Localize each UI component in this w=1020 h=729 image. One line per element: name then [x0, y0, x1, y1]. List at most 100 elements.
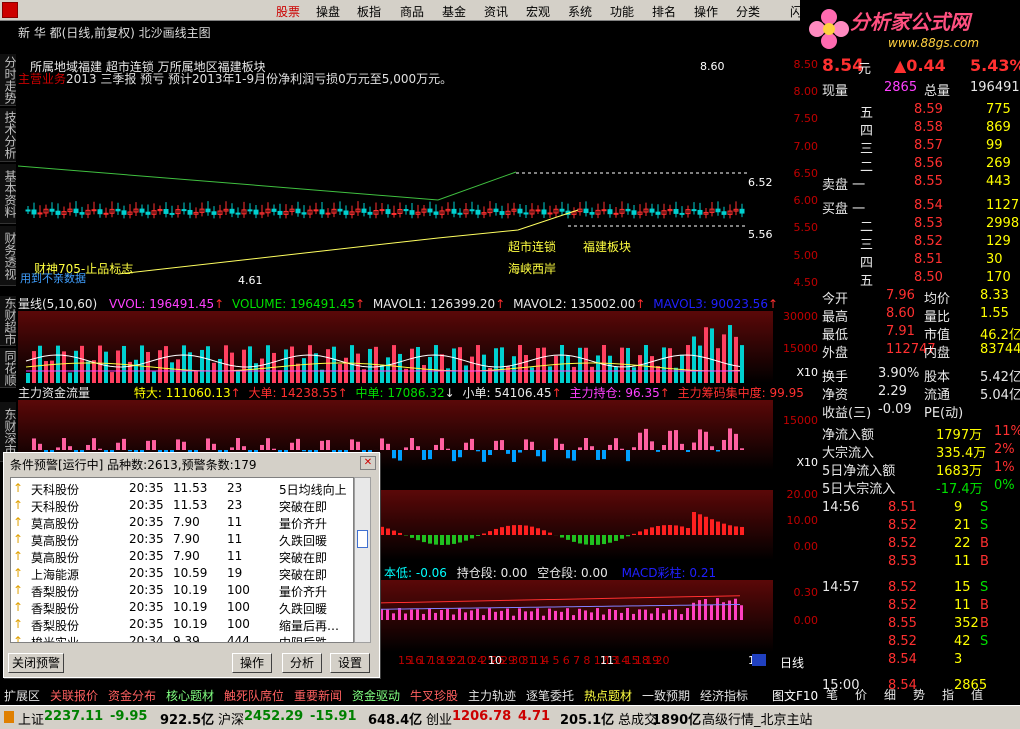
arrow-up-icon: ↑ [13, 634, 24, 643]
scroll-thumb[interactable] [357, 530, 368, 548]
side-tab-technical[interactable]: 技术分析 [0, 108, 17, 162]
tick-side: S [980, 580, 989, 595]
ext-tab[interactable]: 一致预期 [642, 687, 690, 704]
fund-bar [410, 438, 414, 450]
volume-bar [332, 346, 336, 383]
support-line [17, 165, 517, 201]
ext-tab[interactable]: 触死队席位 [224, 687, 284, 704]
ext-tab[interactable]: 热点题材 [584, 687, 632, 704]
menu-fund[interactable]: 基金 [442, 3, 466, 20]
menu-category[interactable]: 分类 [736, 3, 760, 20]
alert-scrollbar[interactable] [354, 477, 371, 643]
alert-row[interactable]: ↑ 天科股份 20:35 11.53 23 突破在即 [11, 497, 353, 514]
annotation-business: 主营业务2013 三季报 预亏 预计2013年1-9月份净利润亏损0万元至5,0… [18, 70, 452, 87]
volume-panel[interactable] [18, 311, 773, 383]
ext-tab[interactable]: 关联报价 [50, 687, 98, 704]
macd-bar [578, 535, 582, 544]
fund-bar [638, 432, 642, 450]
ext-tab[interactable]: 资金驱动 [352, 687, 400, 704]
flow-value: -17.4万 [936, 482, 983, 497]
alert-window[interactable]: 条件预警[运行中] 品种数:2613,预警条数:179 ✕ ↑ 天科股份 20:35… [3, 452, 380, 678]
fund-axis: 15000 X10 [783, 414, 818, 469]
volume-bar [416, 347, 420, 383]
volume-bar [554, 355, 558, 383]
volume-bar [650, 356, 654, 383]
ext-tab[interactable]: 资金分布 [108, 687, 156, 704]
menu-ranking[interactable]: 排名 [652, 3, 676, 20]
candle-body [31, 209, 37, 215]
indicator-bar [626, 608, 629, 620]
tab-f10[interactable]: 图文F10 [772, 687, 818, 704]
ext-tab[interactable]: 逐笔委托 [526, 687, 574, 704]
alert-cell: 香梨股份 [31, 619, 80, 633]
side-tab-timeshare[interactable]: 分时走势 [0, 54, 17, 106]
analyze-button[interactable]: 分析 [282, 653, 322, 673]
ext-tab[interactable]: 重要新闻 [294, 687, 342, 704]
side-tab-finance[interactable]: 财务透视 [0, 226, 17, 286]
operate-button[interactable]: 操作 [232, 653, 272, 673]
bid-price: 8.51 [914, 252, 943, 267]
ask-price: 8.55 [914, 174, 943, 189]
ext-tab[interactable]: 扩展区 [4, 687, 40, 704]
macd-bar [536, 528, 540, 535]
settings-button[interactable]: 设置 [330, 653, 370, 673]
fund-bar [440, 438, 444, 450]
alert-row[interactable]: ↑ 梭光实业 20:34 9.39 444 中阴后跌… [11, 633, 353, 643]
price-axis: 8.50 8.00 7.50 7.00 6.50 6.00 5.50 5.00 … [793, 58, 819, 289]
volume-bar [494, 348, 498, 383]
flow-label: 净流入额 [822, 428, 875, 443]
alert-row[interactable]: ↑ 香梨股份 20:35 10.19 100 久跌回暖 [11, 599, 353, 616]
macd-bar [596, 535, 600, 545]
fund-bar [350, 439, 354, 450]
index-change: -15.91 [310, 709, 357, 724]
bid-volume: 170 [986, 270, 1011, 285]
alert-row[interactable]: ↑ 香梨股份 20:35 10.19 100 缩量后再… [11, 616, 353, 633]
ext-tab[interactable]: 牛叉珍股 [410, 687, 458, 704]
menu-news[interactable]: 资讯 [484, 3, 508, 20]
indicator-bar [422, 613, 425, 620]
bid-volume: 30 [986, 252, 1003, 267]
menu-function[interactable]: 功能 [610, 3, 634, 20]
alert-row[interactable]: ↑ 莫高股份 20:35 7.90 11 量价齐升 [11, 514, 353, 531]
ext-tab[interactable]: 经济指标 [700, 687, 748, 704]
volume-axis: 30000 15000 X10 [783, 310, 818, 379]
scroll-marker[interactable] [752, 654, 766, 666]
alert-row[interactable]: ↑ 莫高股份 20:35 7.90 11 突破在即 [11, 548, 353, 565]
ask-price: 8.59 [914, 102, 943, 117]
alert-cell: 上海能源 [31, 568, 80, 582]
candle-body [475, 209, 481, 215]
close-icon[interactable]: ✕ [360, 456, 376, 470]
ext-tab[interactable]: 主力轨迹 [468, 687, 516, 704]
indicator-bar [416, 609, 419, 620]
period-label[interactable]: 日线 [780, 654, 804, 671]
menu-system[interactable]: 系统 [568, 3, 592, 20]
menu-macro[interactable]: 宏观 [526, 3, 550, 20]
fund-bar [422, 450, 426, 460]
side-tab-east-market[interactable]: 东财超市 [0, 296, 17, 346]
tick-side: S [980, 634, 989, 649]
ext-tab[interactable]: 核心题材 [166, 687, 214, 704]
menu-stocks[interactable]: 股票 [276, 3, 300, 20]
alert-row[interactable]: ↑ 莫高股份 20:35 7.90 11 久跌回暖 [11, 531, 353, 548]
candle-body [49, 208, 55, 212]
menu-index[interactable]: 板指 [357, 3, 381, 20]
side-tab-ths[interactable]: 同花顺 [0, 348, 17, 388]
macd-bar [440, 535, 444, 545]
side-tab-basic[interactable]: 基本资料 [0, 164, 17, 224]
candle-body [655, 211, 661, 215]
fund-bar [476, 450, 480, 452]
fund-bar [602, 450, 606, 460]
volume-bar [734, 336, 738, 383]
alert-row[interactable]: ↑ 香梨股份 20:35 10.19 100 量价齐升 [11, 582, 353, 599]
menu-commodity[interactable]: 商品 [400, 3, 424, 20]
alert-row[interactable]: ↑ 天科股份 20:35 11.53 23 5日均线向上 [11, 480, 353, 497]
close-alert-button[interactable]: 关闭预警 [8, 653, 64, 673]
alert-list[interactable]: ↑ 天科股份 20:35 11.53 23 5日均线向上 ↑ 天科股份 20:35 11.53 23… [10, 477, 354, 643]
menu-trading[interactable]: 操盘 [316, 3, 340, 20]
status-bar: 上证 2237.11 -9.95 922.5亿 沪深 2452.29 -15.91 648.4… [0, 705, 1020, 729]
alert-cell: 100 [227, 617, 250, 631]
alert-row[interactable]: ↑ 上海能源 20:35 10.59 19 突破在即 [11, 565, 353, 582]
date-tick: 6 [562, 654, 570, 667]
menu-operate[interactable]: 操作 [694, 3, 718, 20]
candle-body [517, 208, 523, 214]
